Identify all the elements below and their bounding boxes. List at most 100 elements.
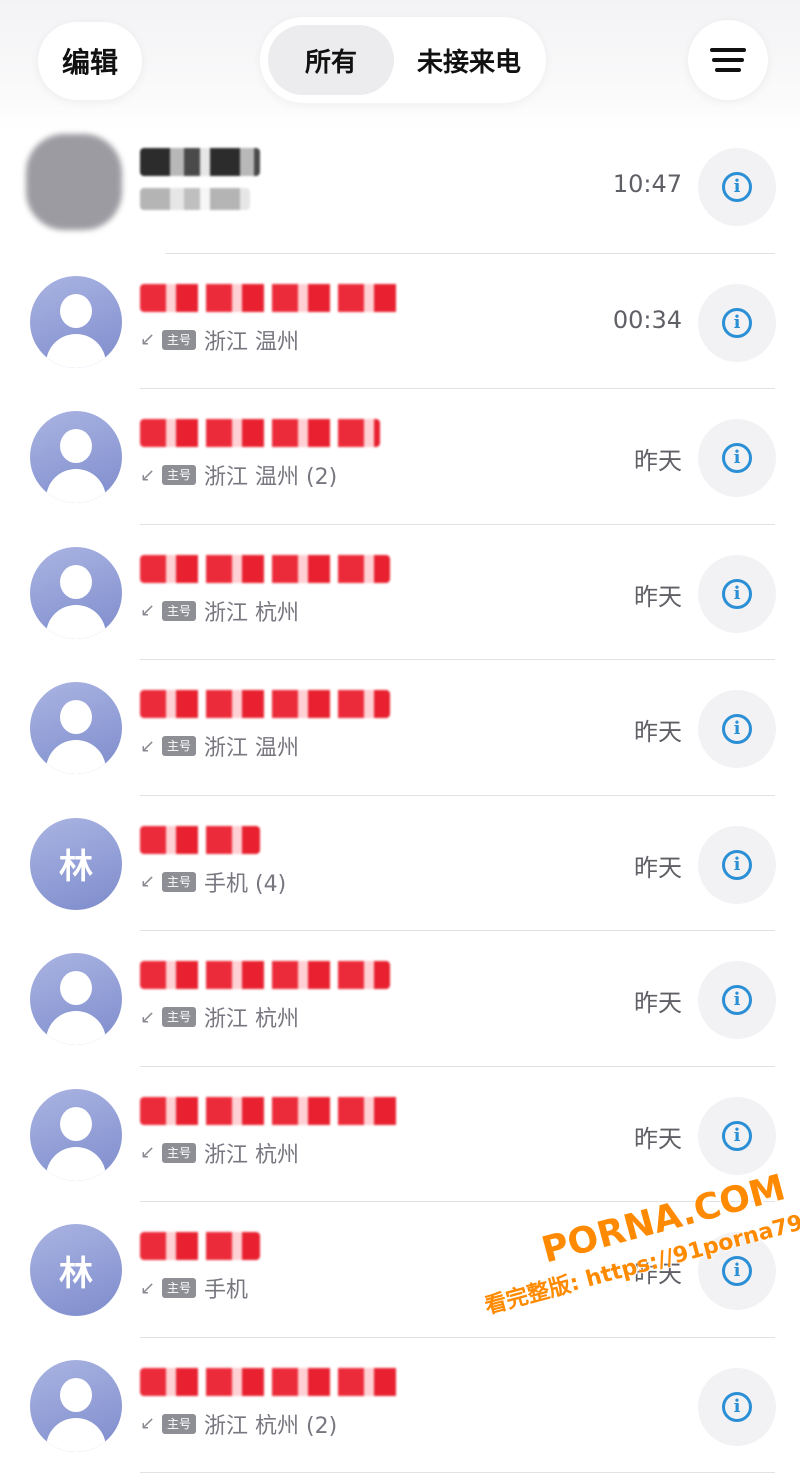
- sim-badge: 主号: [162, 736, 196, 756]
- contact-photo-avatar: [26, 134, 122, 230]
- call-row[interactable]: 林 ↙主号手机 (4) 昨天 i: [0, 796, 800, 932]
- incoming-call-arrow-icon: ↙: [140, 871, 158, 892]
- info-icon: i: [722, 308, 752, 338]
- call-location-label: 浙江 温州 (2): [204, 459, 337, 491]
- sim-badge: 主号: [162, 1007, 196, 1027]
- call-row[interactable]: ↙主号浙江 杭州 (2) i: [0, 1338, 800, 1473]
- menu-button[interactable]: [688, 20, 768, 100]
- call-detail: ↙主号浙江 温州 (2): [140, 459, 337, 491]
- call-info-button[interactable]: i: [698, 1097, 776, 1175]
- info-icon: i: [722, 1392, 752, 1422]
- call-row[interactable]: ↙主号浙江 杭州 昨天 i: [0, 1067, 800, 1203]
- top-bar: 编辑 所有 未接来电: [0, 0, 800, 130]
- call-location-label: 浙江 杭州: [204, 1137, 299, 1169]
- info-icon: i: [722, 443, 752, 473]
- call-detail: ↙主号浙江 杭州 (2): [140, 1408, 337, 1440]
- call-detail: ↙主号手机 (4): [140, 866, 286, 898]
- call-time: 昨天: [634, 848, 682, 883]
- info-icon: i: [722, 1256, 752, 1286]
- call-time: 10:47: [613, 170, 682, 198]
- call-detail: ↙主号浙江 温州: [140, 324, 299, 356]
- call-time: 昨天: [634, 712, 682, 747]
- info-icon: i: [722, 172, 752, 202]
- sim-badge: 主号: [162, 872, 196, 892]
- call-location-label: 浙江 温州: [204, 324, 299, 356]
- sim-badge: 主号: [162, 330, 196, 350]
- info-icon: i: [722, 985, 752, 1015]
- call-info-button[interactable]: i: [698, 555, 776, 633]
- call-log-list: 10:47i↙主号浙江 温州00:34i↙主号浙江 温州 (2)昨天i↙主号浙江…: [0, 118, 800, 1473]
- redacted-contact-name: [140, 690, 390, 718]
- person-avatar-icon: [30, 1360, 122, 1452]
- incoming-call-arrow-icon: ↙: [140, 736, 158, 757]
- call-location-label: 浙江 温州: [204, 730, 299, 762]
- call-info-button[interactable]: i: [698, 1368, 776, 1446]
- tab-all[interactable]: 所有: [268, 25, 394, 95]
- call-info-button[interactable]: i: [698, 961, 776, 1039]
- redacted-contact-name: [140, 555, 390, 583]
- call-time: 00:34: [613, 306, 682, 334]
- call-time: 昨天: [634, 983, 682, 1018]
- call-time: 昨天: [634, 1119, 682, 1154]
- person-avatar-icon: [30, 276, 122, 368]
- call-location-label: 浙江 杭州: [204, 1001, 299, 1033]
- sim-badge: 主号: [162, 1143, 196, 1163]
- redacted-contact-name: [140, 1097, 400, 1125]
- sim-badge: 主号: [162, 601, 196, 621]
- call-info-button[interactable]: i: [698, 148, 776, 226]
- redacted-contact-detail: [140, 188, 250, 210]
- call-detail: ↙主号浙江 杭州: [140, 595, 299, 627]
- call-row[interactable]: ↙主号浙江 温州 (2) 昨天 i: [0, 389, 800, 525]
- call-row[interactable]: ↙主号浙江 温州 00:34 i: [0, 254, 800, 390]
- call-detail: ↙主号浙江 温州: [140, 730, 299, 762]
- call-info-button[interactable]: i: [698, 690, 776, 768]
- info-icon: i: [722, 579, 752, 609]
- call-location-label: 手机 (4): [204, 866, 286, 898]
- sim-badge: 主号: [162, 465, 196, 485]
- incoming-call-arrow-icon: ↙: [140, 600, 158, 621]
- call-row[interactable]: ↙主号浙江 杭州 昨天 i: [0, 525, 800, 661]
- call-info-button[interactable]: i: [698, 826, 776, 904]
- call-time: 昨天: [634, 577, 682, 612]
- incoming-call-arrow-icon: ↙: [140, 329, 158, 350]
- call-filter-segmented-control: 所有 未接来电: [260, 17, 546, 103]
- redacted-contact-name: [140, 1232, 260, 1260]
- redacted-contact-name: [140, 826, 260, 854]
- info-icon: i: [722, 1121, 752, 1151]
- call-location-label: 手机: [204, 1272, 248, 1304]
- person-avatar-icon: [30, 953, 122, 1045]
- person-avatar-icon: [30, 547, 122, 639]
- redacted-contact-name: [140, 148, 260, 176]
- redacted-contact-name: [140, 419, 380, 447]
- call-row[interactable]: ↙主号浙江 温州 昨天 i: [0, 660, 800, 796]
- call-row[interactable]: 林 ↙主号手机 昨天 i: [0, 1202, 800, 1338]
- call-time: 昨天: [634, 1254, 682, 1289]
- call-location-label: 浙江 杭州 (2): [204, 1408, 337, 1440]
- incoming-call-arrow-icon: ↙: [140, 465, 158, 486]
- sim-badge: 主号: [162, 1414, 196, 1434]
- call-location-label: 浙江 杭州: [204, 595, 299, 627]
- call-info-button[interactable]: i: [698, 284, 776, 362]
- redacted-contact-name: [140, 284, 400, 312]
- call-row[interactable]: ↙主号浙江 杭州 昨天 i: [0, 931, 800, 1067]
- person-avatar-icon: [30, 682, 122, 774]
- incoming-call-arrow-icon: ↙: [140, 1142, 158, 1163]
- redacted-contact-name: [140, 961, 390, 989]
- call-row[interactable]: 10:47 i: [0, 118, 800, 254]
- tab-missed-calls[interactable]: 未接来电: [400, 25, 538, 95]
- call-info-button[interactable]: i: [698, 1232, 776, 1310]
- person-avatar-icon: [30, 1089, 122, 1181]
- info-icon: i: [722, 714, 752, 744]
- call-detail: ↙主号浙江 杭州: [140, 1001, 299, 1033]
- call-time: 昨天: [634, 441, 682, 476]
- call-info-button[interactable]: i: [698, 419, 776, 497]
- person-avatar-icon: [30, 411, 122, 503]
- contact-initial-avatar: 林: [30, 818, 122, 910]
- redacted-contact-name: [140, 1368, 400, 1396]
- incoming-call-arrow-icon: ↙: [140, 1278, 158, 1299]
- contact-initial-avatar: 林: [30, 1224, 122, 1316]
- edit-button[interactable]: 编辑: [38, 22, 142, 100]
- info-icon: i: [722, 850, 752, 880]
- incoming-call-arrow-icon: ↙: [140, 1007, 158, 1028]
- call-detail: ↙主号手机: [140, 1272, 248, 1304]
